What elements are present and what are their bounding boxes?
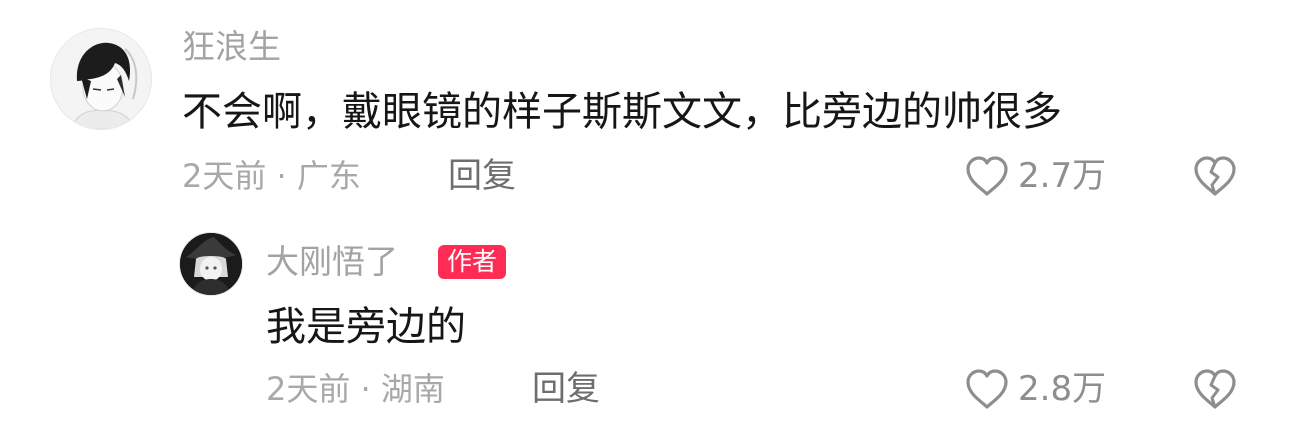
broken-heart-icon (1194, 156, 1236, 196)
broken-heart-icon (1194, 369, 1236, 409)
user-avatar-sketch-icon (51, 29, 151, 129)
user-avatar-dark-icon (180, 233, 242, 295)
avatar[interactable] (179, 232, 243, 296)
reply-username[interactable]: 大刚悟了 (266, 245, 398, 278)
like-count: 2.8万 (1018, 369, 1107, 409)
dislike-button[interactable] (1192, 368, 1238, 414)
comment-username[interactable]: 狂浪生 (182, 30, 281, 63)
reply-button[interactable]: 回复 (448, 159, 516, 193)
comment-text: 不会啊，戴眼镜的样子斯斯文文，比旁边的帅很多 (182, 89, 1062, 135)
heart-outline-icon (966, 369, 1008, 409)
avatar[interactable] (50, 28, 152, 130)
like-count: 2.7万 (1018, 156, 1107, 196)
reply-meta: 2天前 · 湖南 (266, 370, 445, 408)
like-button[interactable]: 2.7万 (964, 155, 1106, 197)
reply-text: 我是旁边的 (266, 304, 466, 350)
heart-outline-icon (966, 156, 1008, 196)
reply-button[interactable]: 回复 (532, 372, 600, 406)
dislike-button[interactable] (1192, 155, 1238, 201)
like-button[interactable]: 2.8万 (964, 368, 1106, 410)
author-badge: 作者 (438, 245, 507, 279)
comment-meta: 2天前 · 广东 (182, 157, 361, 195)
